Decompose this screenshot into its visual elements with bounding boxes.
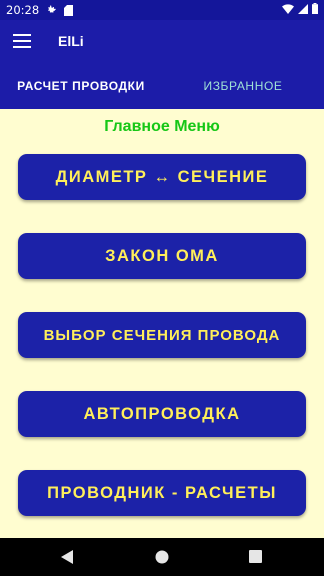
page-title: Главное Меню <box>104 118 220 135</box>
app-bar: ElLi <box>0 20 324 62</box>
auto-wiring-button[interactable]: АВТОПРОВОДКА <box>18 391 306 437</box>
recents-icon[interactable] <box>249 550 262 568</box>
status-time: 20:28 <box>6 3 40 17</box>
gear-icon <box>46 4 57 16</box>
sd-card-icon <box>64 4 74 16</box>
diameter-section-button[interactable]: ДИАМЕТР ↔ СЕЧЕНИЕ <box>18 154 306 200</box>
button-label: ПРОВОДНИК - РАСЧЕТЫ <box>47 483 277 502</box>
battery-icon <box>312 3 318 17</box>
ohms-law-button[interactable]: ЗАКОН ОМА <box>18 233 306 279</box>
wifi-icon <box>282 3 294 17</box>
tab-label: ИЗБРАННОЕ <box>203 78 283 93</box>
conductor-calculations-button[interactable]: ПРОВОДНИК - РАСЧЕТЫ <box>18 470 306 516</box>
tab-label: РАСЧЕТ ПРОВОДКИ <box>17 78 145 93</box>
main-content: Главное Меню ДИАМЕТР ↔ СЕЧЕНИЕ ЗАКОН ОМА… <box>0 109 324 538</box>
app-title: ElLi <box>58 33 84 49</box>
signal-icon <box>298 3 308 17</box>
tab-favorites[interactable]: ИЗБРАННОЕ <box>162 62 324 109</box>
button-label: ДИАМЕТР ↔ СЕЧЕНИЕ <box>55 167 269 186</box>
system-nav-bar <box>0 538 324 576</box>
home-icon[interactable] <box>155 550 169 569</box>
button-label: ЗАКОН ОМА <box>105 246 219 265</box>
status-bar: 20:28 <box>0 0 324 20</box>
tab-wiring-calc[interactable]: РАСЧЕТ ПРОВОДКИ <box>0 62 162 109</box>
back-icon[interactable] <box>61 550 75 569</box>
button-label: ВЫБОР СЕЧЕНИЯ ПРОВОДА <box>43 326 281 344</box>
button-label: АВТОПРОВОДКА <box>83 404 241 423</box>
hamburger-icon[interactable] <box>13 34 31 48</box>
tab-bar: РАСЧЕТ ПРОВОДКИ ИЗБРАННОЕ <box>0 62 324 109</box>
wire-section-choice-button[interactable]: ВЫБОР СЕЧЕНИЯ ПРОВОДА <box>18 312 306 358</box>
